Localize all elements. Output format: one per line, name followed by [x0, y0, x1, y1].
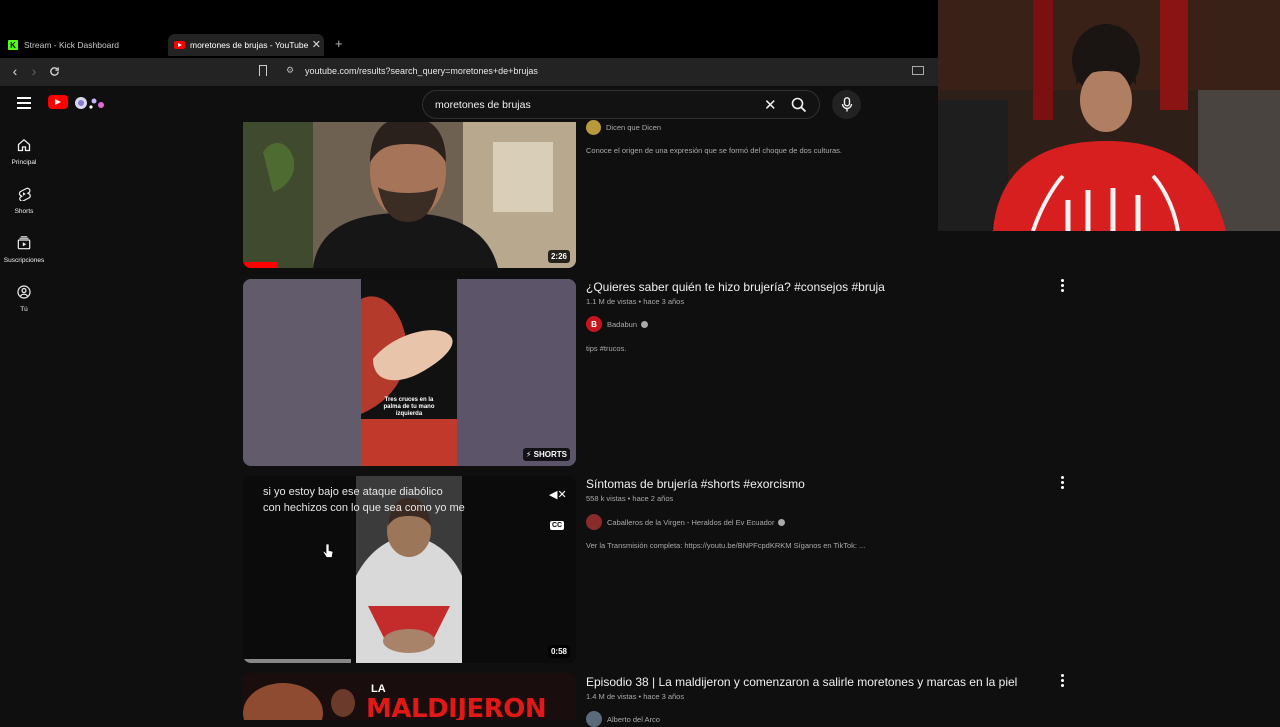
url-field[interactable]: youtube.com/results?search_query=moreton…	[305, 66, 538, 76]
cast-icon[interactable]	[912, 66, 924, 75]
guide-label: Shorts	[14, 208, 34, 215]
home-icon	[17, 138, 31, 152]
channel-name: Dicen que Dicen	[606, 123, 662, 132]
thumbnail-image: Tres cruces en la palma de tu mano izqui…	[243, 279, 576, 466]
tab-title: moretones de brujas - YouTube	[190, 40, 309, 50]
video-description: tips #trucos.	[586, 344, 627, 353]
channel-avatar	[586, 120, 601, 135]
more-actions-icon[interactable]	[1060, 279, 1064, 292]
more-actions-icon[interactable]	[1060, 476, 1064, 489]
tab-youtube[interactable]: moretones de brujas - YouTube ✕	[168, 34, 324, 56]
thumbnail-image	[243, 122, 576, 268]
svg-text:izquierda: izquierda	[396, 411, 423, 417]
video-thumbnail[interactable]: Tres cruces en la palma de tu mano izqui…	[243, 279, 576, 466]
channel-link[interactable]: Dicen que Dicen	[586, 120, 661, 135]
preview-subtitle: si yo estoy bajo ese ataque diabólico co…	[263, 486, 465, 514]
video-meta: 558 k vistas • hace 2 años	[586, 494, 674, 503]
guide-item-tu[interactable]: Tú	[0, 285, 48, 313]
channel-link[interactable]: Caballeros de la Virgen - Heraldos del E…	[586, 514, 786, 530]
search-box[interactable]: moretones de brujas ✕	[422, 90, 820, 119]
channel-link[interactable]: Alberto del Arco	[586, 711, 660, 727]
mute-icon[interactable]: ◀✕	[549, 488, 567, 501]
search-button[interactable]	[785, 91, 813, 118]
channel-name: Caballeros de la Virgen - Heraldos del E…	[607, 517, 775, 527]
mouse-cursor-icon	[323, 543, 334, 558]
youtube-favicon-icon	[174, 41, 185, 49]
youtube-logo-icon[interactable]	[48, 95, 68, 109]
guide-item-suscripciones[interactable]: Suscripciones	[0, 236, 48, 264]
channel-avatar	[586, 514, 602, 530]
menu-icon[interactable]	[17, 97, 31, 109]
reload-icon[interactable]	[46, 63, 62, 79]
channel-avatar	[586, 711, 602, 727]
back-icon[interactable]: ‹	[7, 63, 23, 79]
svg-text:Tres cruces en la: Tres cruces en la	[385, 397, 434, 403]
video-title[interactable]: Episodio 38 | La maldijeron y comenzaron…	[586, 675, 1017, 689]
video-meta: 1.1 M de vistas • hace 3 años	[586, 297, 685, 306]
tab-kick-dashboard[interactable]: K Stream - Kick Dashboard	[8, 34, 168, 56]
site-info-icon[interactable]: ⚙	[286, 65, 294, 76]
video-thumbnail[interactable]: 2:26	[243, 122, 576, 268]
account-icon	[17, 285, 31, 299]
guide-label: Suscripciones	[3, 257, 45, 264]
guide-label: Tú	[20, 306, 28, 313]
guide-label: Principal	[11, 159, 37, 166]
guide-item-principal[interactable]: Principal	[0, 138, 48, 166]
thumbnail-text-big: MALDIJERON	[366, 694, 547, 720]
search-icon	[791, 97, 807, 112]
voice-search-button[interactable]	[832, 90, 861, 119]
address-toolbar: ‹ › ⚙ youtube.com/results?search_query=m…	[0, 58, 938, 86]
video-thumbnail[interactable]: LA MALDIJERON	[243, 673, 576, 720]
webcam-overlay	[938, 0, 1280, 231]
browser-tab-bar: K Stream - Kick Dashboard moretones de b…	[0, 0, 938, 58]
subscriptions-icon	[17, 236, 31, 250]
closed-captions-button[interactable]: CC	[550, 521, 565, 530]
new-tab-button[interactable]: +	[335, 36, 343, 51]
clear-search-icon[interactable]: ✕	[764, 96, 777, 114]
video-title[interactable]: ¿Quieres saber quién te hizo brujería? #…	[586, 280, 885, 294]
kick-favicon-icon: K	[8, 40, 18, 50]
shorts-icon	[18, 187, 31, 202]
more-actions-icon[interactable]	[1060, 674, 1064, 687]
search-input[interactable]: moretones de brujas	[435, 99, 531, 111]
video-duration: 0:58	[547, 645, 570, 658]
verified-icon	[778, 518, 786, 526]
channel-avatar: B	[586, 316, 602, 332]
video-preview-player[interactable]: si yo estoy bajo ese ataque diabólico co…	[243, 476, 576, 663]
shorts-badge-label: SHORTS	[533, 450, 567, 459]
guide-item-shorts[interactable]: Shorts	[0, 187, 48, 215]
bookmark-icon[interactable]	[259, 65, 267, 76]
verified-icon	[641, 320, 649, 328]
microphone-icon	[841, 97, 852, 112]
channel-name: Alberto del Arco	[607, 714, 660, 724]
channel-link[interactable]: B Badabun	[586, 316, 649, 332]
close-tab-icon[interactable]: ✕	[312, 38, 321, 51]
webcam-image	[938, 0, 1280, 231]
video-description: Ver la Transmisión completa: https://you…	[586, 541, 866, 550]
doodle-icon[interactable]	[72, 94, 106, 111]
tab-title: Stream - Kick Dashboard	[24, 40, 119, 50]
video-description: Conoce el origen de una expresión que se…	[586, 146, 842, 155]
video-duration: 2:26	[547, 250, 570, 263]
video-meta: 1.4 M de vistas • hace 3 años	[586, 692, 685, 701]
shorts-badge: ⚡ SHORTS	[522, 448, 570, 461]
forward-icon[interactable]: ›	[26, 63, 42, 79]
channel-name: Badabun	[607, 319, 638, 329]
svg-text:palma de tu mano: palma de tu mano	[383, 404, 434, 410]
video-title[interactable]: Síntomas de brujería #shorts #exorcismo	[586, 477, 805, 491]
